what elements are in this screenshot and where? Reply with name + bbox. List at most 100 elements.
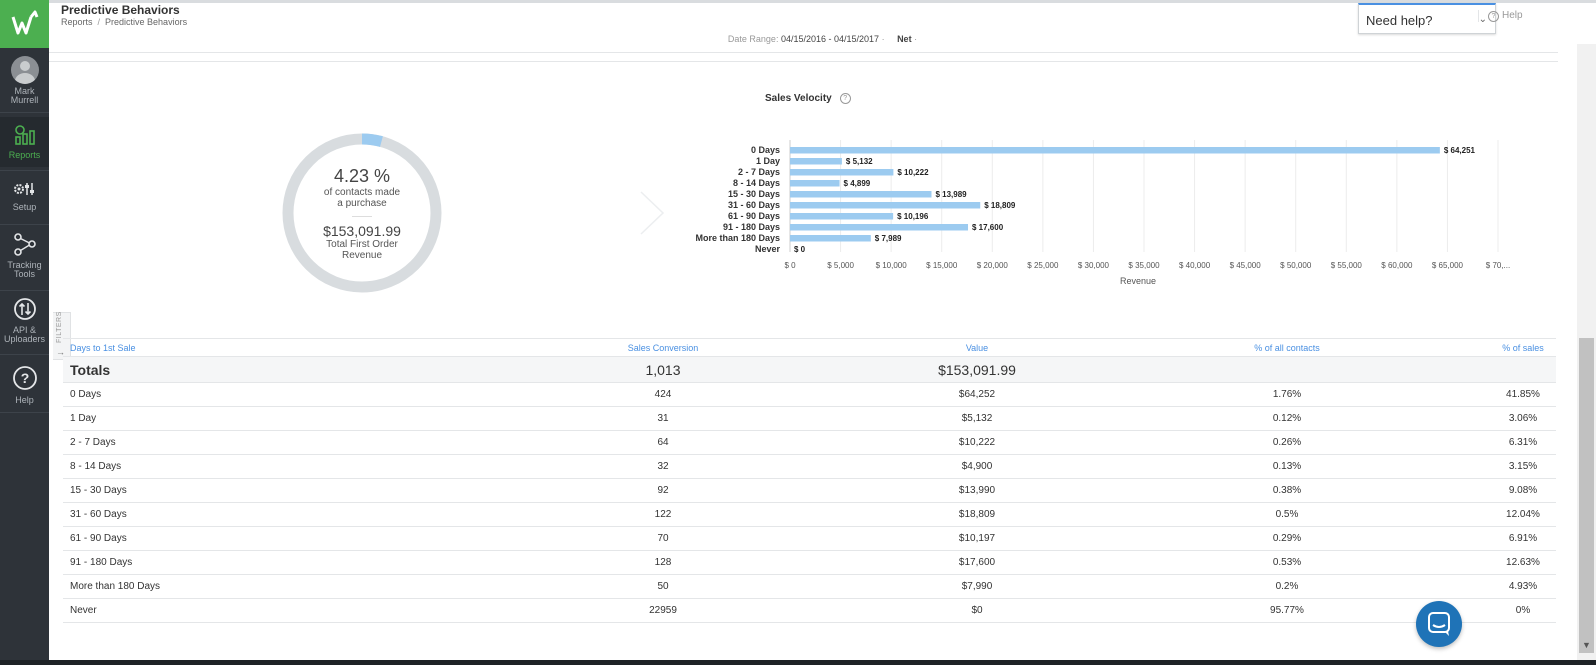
breadcrumb-current: Predictive Behaviors (105, 17, 188, 27)
table-row: Never 22959 $0 95.77% 0% (63, 599, 1556, 623)
bar[interactable] (790, 191, 932, 198)
row-conversion: 128 (654, 557, 672, 568)
row-value: $64,252 (958, 389, 996, 400)
col-value[interactable]: Value (877, 339, 1077, 356)
bar-value-label: $ 18,809 (984, 201, 1016, 210)
row-conversion: 22959 (649, 605, 677, 616)
help-link[interactable]: ? Help (1478, 10, 1523, 22)
user-name: Mark Murrell (10, 86, 39, 105)
row-value: $10,222 (958, 437, 996, 448)
col-pct-contacts[interactable]: % of all contacts (1187, 339, 1387, 356)
bar[interactable] (790, 180, 840, 187)
row-pct-sales: 4.93% (1508, 581, 1538, 592)
row-conversion: 70 (657, 533, 669, 544)
sidebar-item-label: Tracking Tools (7, 260, 42, 279)
sidebar-item-help[interactable]: ? Help (0, 365, 49, 405)
bar[interactable] (790, 213, 894, 220)
bar[interactable] (790, 158, 842, 165)
col-pct-sales[interactable]: % of sales (1423, 339, 1596, 356)
row-conversion: 92 (657, 485, 669, 496)
scroll-down-icon[interactable]: ▼ (1579, 640, 1594, 654)
row-value: $5,132 (961, 413, 993, 424)
sidebar-item-reports[interactable]: Reports (0, 117, 49, 167)
question-icon: ? (1488, 11, 1499, 22)
row-conversion: 32 (657, 461, 669, 472)
chart-title: Sales Velocity? (765, 93, 851, 104)
row-value: $13,990 (958, 485, 996, 496)
x-tick-label: $ 5,000 (827, 261, 854, 270)
setup-icon (0, 180, 49, 200)
svg-text:?: ? (20, 370, 29, 386)
row-pct-contacts: 0.12% (1272, 413, 1302, 424)
revenue-label-2: Revenue (341, 250, 383, 261)
col-days[interactable]: Days to 1st Sale (70, 339, 136, 356)
sidebar-item-tracking-tools[interactable]: Tracking Tools (0, 232, 49, 279)
x-tick-label: $ 45,000 (1230, 261, 1262, 270)
breadcrumb-reports[interactable]: Reports (61, 17, 93, 27)
category-label: More than 180 Days (695, 233, 780, 243)
x-tick-label: $ 15,000 (926, 261, 958, 270)
user-profile[interactable]: Mark Murrell (0, 56, 49, 105)
date-range[interactable]: Date Range: 04/15/2016 - 04/15/2017 · Ne… (49, 34, 1596, 44)
tracking-tools-icon (0, 232, 49, 258)
table-row: 15 - 30 Days 92 $13,990 0.38% 9.08% (63, 479, 1556, 503)
x-axis-label: Revenue (1120, 276, 1156, 286)
x-tick-label: $ 65,000 (1432, 261, 1464, 270)
info-icon[interactable]: ? (839, 93, 851, 104)
date-range-label: Date Range: (727, 34, 779, 44)
col-conversion[interactable]: Sales Conversion (563, 339, 763, 356)
sidebar: Mark Murrell Reports Setup Tracking Tool… (0, 0, 49, 665)
x-tick-label: $ 10,000 (876, 261, 908, 270)
x-tick-label: $ 40,000 (1179, 261, 1211, 270)
reports-icon (0, 124, 49, 148)
row-pct-contacts: 0.38% (1272, 485, 1302, 496)
results-table: Days to 1st Sale Sales Conversion Value … (63, 338, 1556, 623)
chat-button[interactable] (1416, 601, 1462, 647)
category-label: 15 - 30 Days (728, 189, 780, 199)
help-icon: ? (0, 365, 49, 393)
bar[interactable] (790, 202, 981, 209)
row-pct-sales: 3.15% (1508, 461, 1538, 472)
sidebar-item-api-uploaders[interactable]: API & Uploaders (0, 297, 49, 344)
bar-value-label: $ 10,222 (897, 168, 929, 177)
table-row: 8 - 14 Days 32 $4,900 0.13% 3.15% (63, 455, 1556, 479)
bar-value-label: $ 4,899 (844, 179, 871, 188)
row-days: More than 180 Days (70, 581, 161, 592)
percent-label-1: of contacts made (323, 187, 401, 198)
row-pct-contacts: 0.2% (1275, 581, 1299, 592)
sidebar-item-setup[interactable]: Setup (0, 180, 49, 212)
row-pct-sales: 41.85% (1506, 389, 1540, 400)
table-row: More than 180 Days 50 $7,990 0.2% 4.93% (63, 575, 1556, 599)
x-tick-label: $ 60,000 (1381, 261, 1413, 270)
row-pct-contacts: 0.5% (1275, 509, 1299, 520)
category-label: Never (755, 244, 781, 254)
total-revenue: $153,091.99 (323, 223, 401, 239)
donut-summary: 4.23 % of contacts made a purchase $153,… (302, 166, 422, 261)
row-days: 91 - 180 Days (70, 557, 133, 568)
logo-icon[interactable] (0, 0, 49, 48)
need-help-dropdown[interactable]: Need help? ⌄ (1358, 3, 1496, 34)
conversion-percent: 4.23 % (333, 166, 391, 186)
net-selector[interactable]: Net (897, 34, 912, 44)
revenue-label-1: Total First Order (326, 239, 398, 250)
row-value: $17,600 (958, 557, 996, 568)
row-pct-contacts: 0.26% (1272, 437, 1302, 448)
api-icon (0, 297, 49, 323)
bar-value-label: $ 10,196 (897, 212, 929, 221)
bar-value-label: $ 7,989 (875, 234, 902, 243)
bar[interactable] (790, 224, 969, 231)
row-days: 1 Day (70, 413, 97, 424)
row-pct-contacts: 95.77% (1270, 605, 1304, 616)
row-pct-contacts: 1.76% (1272, 389, 1302, 400)
scrollbar-thumb[interactable] (1579, 338, 1594, 653)
category-label: 61 - 90 Days (728, 211, 780, 221)
bar[interactable] (790, 169, 894, 176)
totals-value: $153,091.99 (938, 361, 1016, 378)
totals-label: Totals (70, 361, 111, 378)
bar[interactable] (790, 147, 1440, 154)
row-pct-contacts: 0.29% (1272, 533, 1302, 544)
category-label: 8 - 14 Days (733, 178, 780, 188)
row-conversion: 31 (657, 413, 669, 424)
x-tick-label: $ 0 (784, 261, 796, 270)
bar[interactable] (790, 235, 871, 242)
